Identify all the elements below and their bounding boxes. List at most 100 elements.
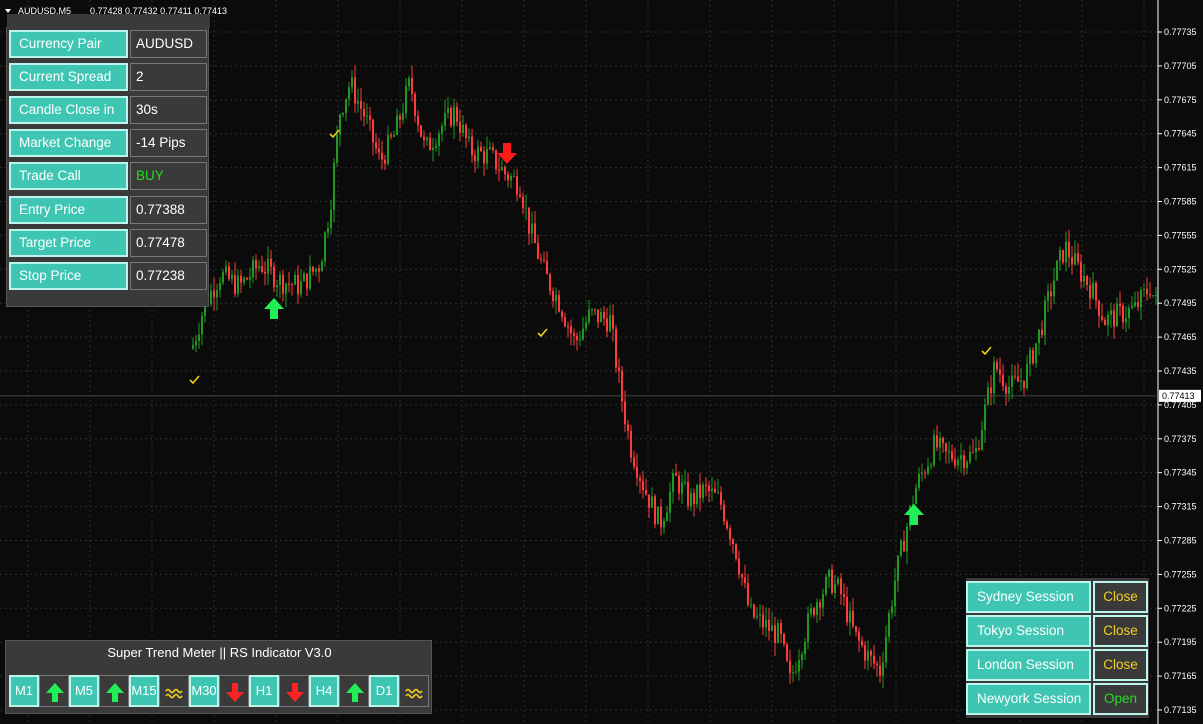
candle-body bbox=[402, 113, 404, 120]
candle-body bbox=[414, 93, 416, 116]
candle-body bbox=[915, 487, 917, 504]
candle-body bbox=[213, 290, 215, 298]
candle-body bbox=[711, 488, 713, 492]
candle-body bbox=[1101, 316, 1103, 320]
candle-body bbox=[513, 176, 515, 178]
candle-body bbox=[693, 492, 695, 505]
candle-body bbox=[1080, 262, 1082, 282]
price-tick-label: 0.77645 bbox=[1164, 129, 1197, 139]
info-row-entry-price: Entry Price 0.77388 bbox=[9, 196, 207, 224]
candle-body bbox=[882, 662, 884, 676]
candle-body bbox=[363, 108, 365, 117]
session-label: Newyork Session bbox=[966, 683, 1091, 715]
session-status: Open bbox=[1093, 683, 1148, 715]
candle-body bbox=[900, 541, 902, 556]
candle-body bbox=[717, 492, 719, 494]
candle-body bbox=[483, 151, 485, 164]
candle-body bbox=[519, 194, 521, 197]
candle-body bbox=[1062, 249, 1064, 263]
candle-body bbox=[477, 146, 479, 162]
candle-body bbox=[195, 340, 197, 346]
price-tick-label: 0.77495 bbox=[1164, 298, 1197, 308]
candle-body bbox=[975, 448, 977, 453]
timeframe-m15[interactable]: M15 bbox=[129, 675, 159, 707]
current-price-label: 0.77413 bbox=[1162, 391, 1195, 401]
candle-body bbox=[405, 86, 407, 114]
price-tick-label: 0.77135 bbox=[1164, 705, 1197, 715]
candle-body bbox=[681, 482, 683, 494]
candle-body bbox=[435, 145, 437, 148]
candle-body bbox=[561, 311, 563, 318]
candle-body bbox=[849, 610, 851, 623]
candle-body bbox=[786, 644, 788, 661]
candle-body bbox=[831, 569, 833, 594]
candle-body bbox=[771, 625, 773, 631]
candle-body bbox=[798, 660, 800, 672]
candle-body bbox=[237, 275, 239, 294]
candle-body bbox=[489, 147, 491, 150]
timeframe-d1[interactable]: D1 bbox=[369, 675, 399, 707]
timeframe-h4[interactable]: H4 bbox=[309, 675, 339, 707]
candle-body bbox=[984, 404, 986, 431]
info-row-trade-call: Trade Call BUY bbox=[9, 162, 207, 190]
candle-body bbox=[1041, 329, 1043, 336]
price-tick-label: 0.77465 bbox=[1164, 332, 1197, 342]
candle-body bbox=[1029, 350, 1031, 364]
info-label: Stop Price bbox=[9, 262, 128, 290]
candle-body bbox=[1014, 375, 1016, 377]
timeframe-m5[interactable]: M5 bbox=[69, 675, 99, 707]
candle-body bbox=[429, 137, 431, 150]
candle-body bbox=[870, 650, 872, 656]
candle-body bbox=[369, 115, 371, 120]
candle-body bbox=[897, 555, 899, 581]
candle-body bbox=[543, 259, 545, 261]
info-row-stop-price: Stop Price 0.77238 bbox=[9, 262, 207, 290]
candle-body bbox=[315, 268, 317, 272]
candle-body bbox=[624, 401, 626, 425]
candle-body bbox=[1125, 318, 1127, 323]
candle-body bbox=[1152, 295, 1154, 297]
candle-body bbox=[1008, 386, 1010, 394]
up-arrow-icon bbox=[99, 675, 129, 707]
candle-body bbox=[282, 274, 284, 294]
candle-body bbox=[492, 147, 494, 151]
candle-body bbox=[339, 114, 341, 135]
candle-body bbox=[1140, 289, 1142, 308]
candle-body bbox=[1065, 241, 1067, 263]
candle-body bbox=[1071, 257, 1073, 265]
timeframe-h1[interactable]: H1 bbox=[249, 675, 279, 707]
timeframe-m1[interactable]: M1 bbox=[9, 675, 39, 707]
info-label: Trade Call bbox=[9, 162, 128, 190]
candle-body bbox=[885, 636, 887, 663]
candle-body bbox=[549, 274, 551, 291]
session-row-tokyo: Tokyo Session Close bbox=[966, 615, 1149, 647]
candle-body bbox=[747, 582, 749, 605]
candle-body bbox=[318, 268, 320, 272]
candle-body bbox=[357, 100, 359, 104]
candle-body bbox=[564, 317, 566, 327]
candle-body bbox=[678, 475, 680, 494]
price-tick-label: 0.77285 bbox=[1164, 536, 1197, 546]
candle-body bbox=[615, 328, 617, 368]
price-tick-label: 0.77195 bbox=[1164, 637, 1197, 647]
candle-body bbox=[582, 328, 584, 340]
candle-body bbox=[501, 167, 503, 171]
session-row-sydney: Sydney Session Close bbox=[966, 581, 1149, 613]
session-label: Sydney Session bbox=[966, 581, 1091, 613]
candle-body bbox=[990, 387, 992, 394]
candle-body bbox=[996, 361, 998, 370]
candle-body bbox=[1104, 319, 1106, 326]
price-tick-label: 0.77345 bbox=[1164, 468, 1197, 478]
candle-body bbox=[243, 277, 245, 283]
candle-body bbox=[576, 335, 578, 340]
candle-body bbox=[1002, 374, 1004, 387]
candle-body bbox=[756, 615, 758, 618]
timeframe-m30[interactable]: M30 bbox=[189, 675, 219, 707]
candle-body bbox=[813, 608, 815, 616]
candle-body bbox=[1137, 302, 1139, 308]
info-value: BUY bbox=[130, 162, 207, 190]
candle-body bbox=[1011, 375, 1013, 387]
candle-body bbox=[255, 260, 257, 269]
candle-body bbox=[927, 466, 929, 474]
session-label: Tokyo Session bbox=[966, 615, 1091, 647]
